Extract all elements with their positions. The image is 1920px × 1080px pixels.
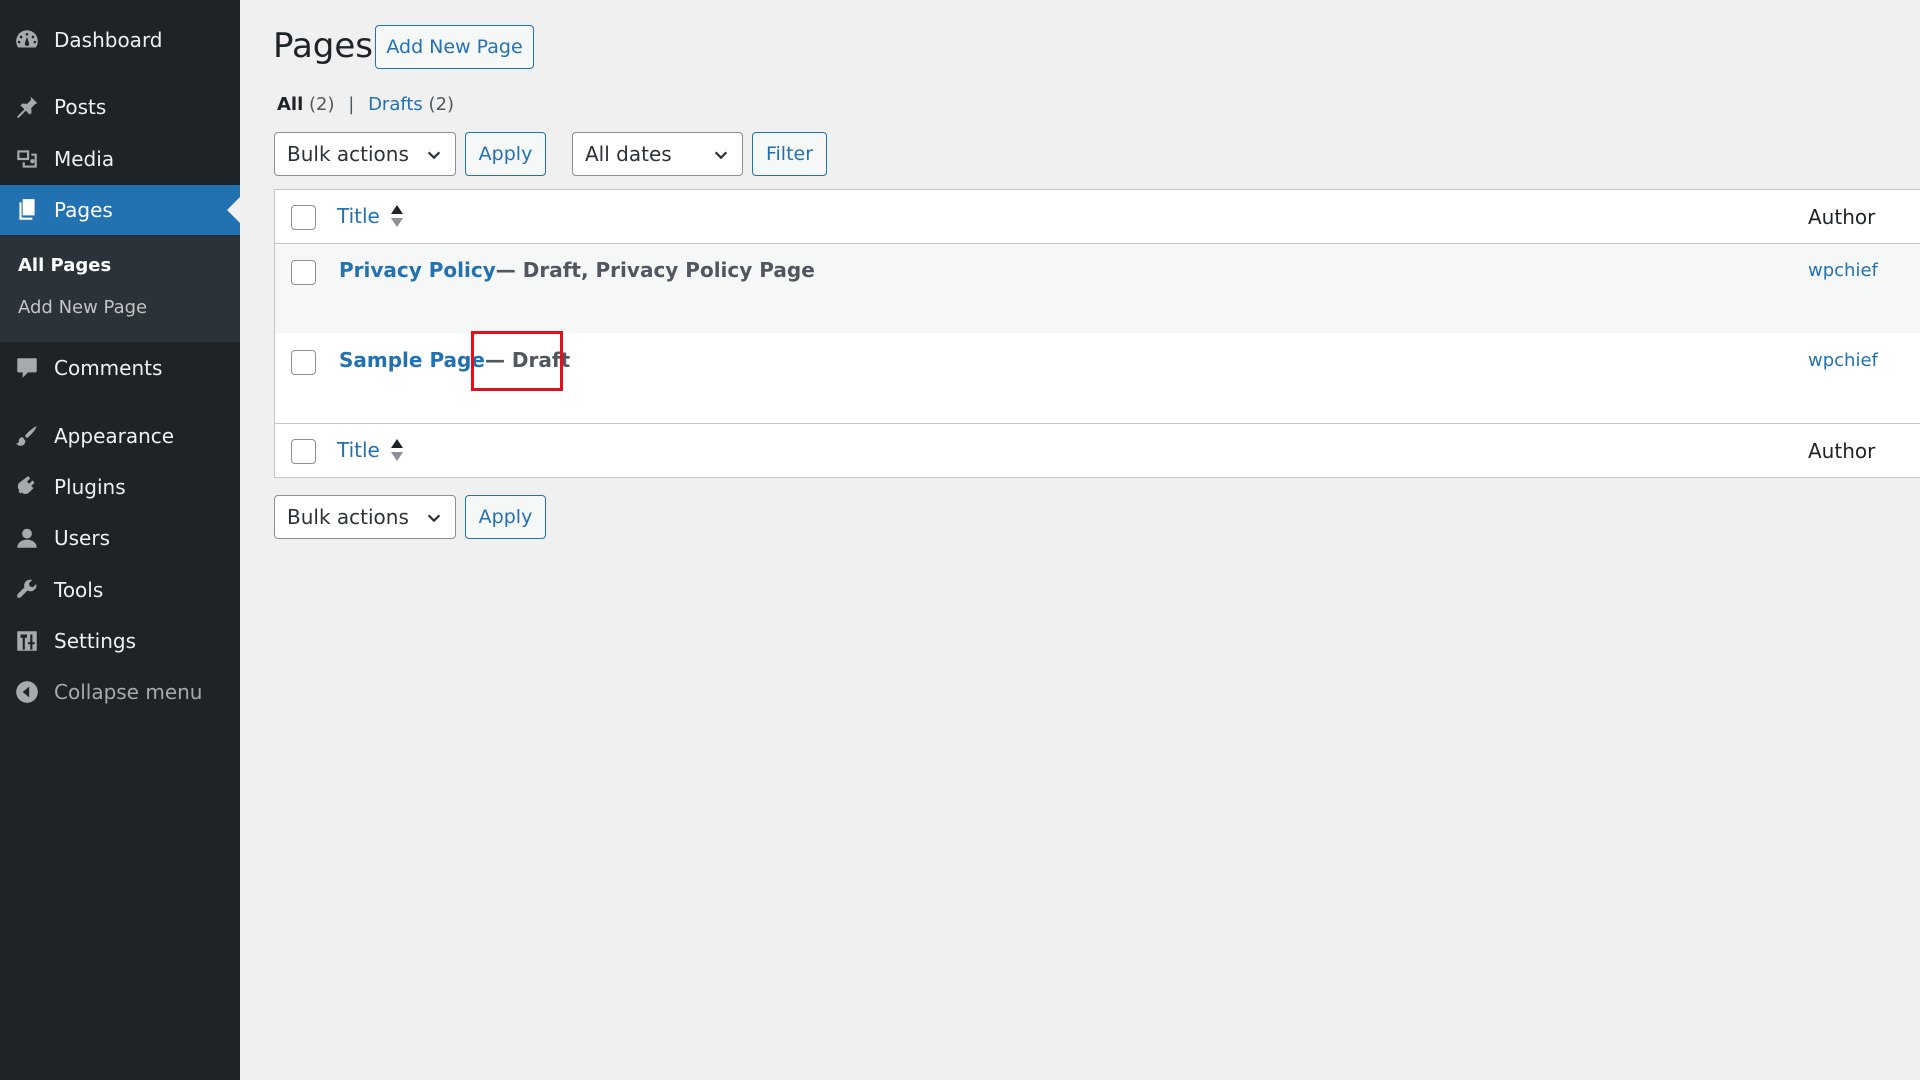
select-all-checkbox-footer[interactable] xyxy=(291,439,316,464)
view-all-link[interactable]: All xyxy=(277,94,303,115)
author-column-label: Author xyxy=(1808,439,1876,463)
sort-icon xyxy=(390,437,404,463)
chevron-down-icon xyxy=(425,508,443,526)
row-checkbox[interactable] xyxy=(291,260,316,285)
sidebar-item-media[interactable]: Media xyxy=(0,134,240,184)
add-new-page-button[interactable]: Add New Page xyxy=(375,25,534,69)
page-title-link[interactable]: Sample Page xyxy=(339,348,485,372)
bulk-actions-value: Bulk actions xyxy=(287,142,409,166)
collapse-menu-button[interactable]: Collapse menu xyxy=(0,667,240,717)
apply-button-bottom[interactable]: Apply xyxy=(465,495,546,539)
sidebar-item-tools[interactable]: Tools xyxy=(0,565,240,615)
sidebar-item-label: Collapse menu xyxy=(54,680,203,704)
author-column-label: Author xyxy=(1808,205,1876,229)
view-drafts-link[interactable]: Drafts xyxy=(368,94,423,115)
bulk-actions-value: Bulk actions xyxy=(287,505,409,529)
sidebar-item-settings[interactable]: Settings xyxy=(0,616,240,666)
row-title: Sample Page — Draft xyxy=(339,348,570,372)
admin-sidebar: Dashboard Posts Media Pages All Pages Ad… xyxy=(0,0,240,1080)
table-header-row: Title Author xyxy=(275,190,1920,244)
title-column-label: Title xyxy=(337,438,380,462)
sidebar-item-label: Appearance xyxy=(54,424,175,448)
submenu-add-new-page[interactable]: Add New Page xyxy=(18,297,147,318)
pages-submenu: All Pages Add New Page xyxy=(0,235,240,342)
filter-button[interactable]: Filter xyxy=(752,132,827,176)
pages-icon xyxy=(14,197,40,223)
row-title: Privacy Policy — Draft, Privacy Policy P… xyxy=(339,258,815,282)
sidebar-item-label: Users xyxy=(54,526,111,550)
sidebar-item-posts[interactable]: Posts xyxy=(0,82,240,132)
wrench-icon xyxy=(14,577,40,603)
dates-select[interactable]: All dates xyxy=(572,132,743,176)
sidebar-item-label: Dashboard xyxy=(54,28,163,52)
bulk-actions-select[interactable]: Bulk actions xyxy=(274,132,456,176)
sidebar-item-label: Media xyxy=(54,147,115,171)
sidebar-item-plugins[interactable]: Plugins xyxy=(0,462,240,512)
dates-select-value: All dates xyxy=(585,142,672,166)
user-icon xyxy=(14,525,40,551)
sidebar-item-pages[interactable]: Pages xyxy=(0,185,240,235)
author-link[interactable]: wpchief xyxy=(1808,350,1878,371)
select-all-checkbox[interactable] xyxy=(291,205,316,230)
sidebar-item-label: Plugins xyxy=(54,475,126,499)
sidebar-item-label: Posts xyxy=(54,95,107,119)
main-content: Pages Add New Page All (2) | Drafts (2) … xyxy=(240,0,1920,1080)
settings-icon xyxy=(14,628,40,654)
table-row: Sample Page — Draft wpchief xyxy=(275,333,1920,423)
row-checkbox[interactable] xyxy=(291,350,316,375)
page-title-link[interactable]: Privacy Policy xyxy=(339,258,496,282)
chevron-down-icon xyxy=(425,145,443,163)
sidebar-item-appearance[interactable]: Appearance xyxy=(0,411,240,461)
sidebar-item-label: Settings xyxy=(54,629,137,653)
pin-icon xyxy=(14,94,40,120)
sidebar-item-label: Comments xyxy=(54,356,163,380)
collapse-icon xyxy=(14,679,40,705)
table-footer-row: Title Author xyxy=(275,423,1920,477)
view-all-count: (2) xyxy=(309,94,335,115)
view-filters: All (2) | Drafts (2) xyxy=(277,94,454,115)
apply-button[interactable]: Apply xyxy=(465,132,546,176)
comment-icon xyxy=(14,355,40,381)
table-row: Privacy Policy — Draft, Privacy Policy P… xyxy=(275,244,1920,333)
media-icon xyxy=(14,146,40,172)
plugin-icon xyxy=(14,474,40,500)
page-title: Pages xyxy=(273,26,374,66)
chevron-down-icon xyxy=(712,145,730,163)
pages-table: Title Author Privacy Policy — Draft, Pri… xyxy=(274,189,1920,478)
view-separator: | xyxy=(348,94,355,115)
sidebar-item-users[interactable]: Users xyxy=(0,513,240,563)
title-column-sort[interactable]: Title xyxy=(337,203,404,229)
sidebar-item-comments[interactable]: Comments xyxy=(0,343,240,393)
post-state: — Draft, Privacy Policy Page xyxy=(495,258,815,282)
post-state: — Draft xyxy=(484,348,571,372)
sidebar-item-label: Tools xyxy=(54,578,104,602)
submenu-all-pages[interactable]: All Pages xyxy=(18,255,111,276)
sort-icon xyxy=(390,203,404,229)
bulk-actions-select-bottom[interactable]: Bulk actions xyxy=(274,495,456,539)
title-column-label: Title xyxy=(337,204,380,228)
brush-icon xyxy=(14,423,40,449)
sidebar-item-label: Pages xyxy=(54,198,113,222)
dashboard-icon xyxy=(14,27,40,53)
author-link[interactable]: wpchief xyxy=(1808,260,1878,281)
sidebar-item-dashboard[interactable]: Dashboard xyxy=(0,15,240,65)
title-column-sort-footer[interactable]: Title xyxy=(337,437,404,463)
view-drafts-count: (2) xyxy=(428,94,455,115)
